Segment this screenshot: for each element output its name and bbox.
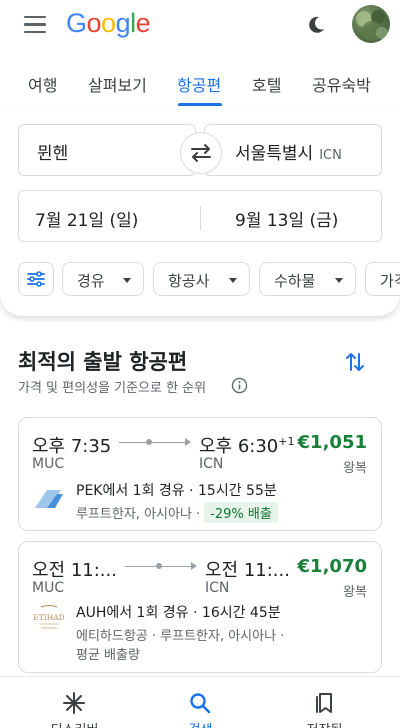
logo-letter: o xyxy=(86,8,102,38)
arrive-time-value: 오후 6:30 xyxy=(199,436,279,457)
nav-discover-label: 디스커버 xyxy=(8,719,141,728)
tab-travel[interactable]: 여행 xyxy=(28,72,57,96)
flight-price: €1,051 xyxy=(297,432,367,453)
flight-price: €1,070 xyxy=(297,556,367,577)
logo-letter: e xyxy=(135,8,151,38)
menu-icon[interactable] xyxy=(24,16,46,34)
destination-code: ICN xyxy=(319,148,342,163)
logo-letter: G xyxy=(66,8,87,38)
stop-dot xyxy=(146,439,152,445)
chevron-down-icon xyxy=(229,278,237,283)
category-tabs: 여행 살펴보기 항공편 호텔 공유숙박 xyxy=(0,60,400,108)
origin-code: MUC xyxy=(32,580,65,596)
origin-value: 뮌헨 xyxy=(37,144,69,164)
trip-type: 왕복 xyxy=(343,585,367,600)
filter-sliders-icon xyxy=(27,271,45,287)
route-arrow xyxy=(191,562,197,570)
chevron-down-icon xyxy=(123,278,131,283)
trip-type: 왕복 xyxy=(343,461,367,476)
depart-time: 오후 7:35 xyxy=(32,436,112,457)
tab-vacation-rentals[interactable]: 공유숙박 xyxy=(312,72,371,96)
avatar[interactable] xyxy=(352,5,390,43)
depart-date[interactable]: 7월 21일 (일) xyxy=(35,206,138,231)
filter-airlines[interactable]: 항공사 xyxy=(153,262,250,296)
airline-names-text: 루프트한자, 아시아나 · xyxy=(76,507,201,522)
nav-discover[interactable]: 디스커버 xyxy=(8,677,141,728)
swap-button[interactable] xyxy=(180,132,222,174)
logo-letter: g xyxy=(115,8,131,38)
nav-saved-label: 저장됨 xyxy=(258,719,391,728)
nav-search-label: 검색 xyxy=(134,719,267,728)
destination-field[interactable]: 서울특별시 ICN xyxy=(204,124,382,176)
tab-flights[interactable]: 항공편 xyxy=(177,72,221,96)
destination-code: ICN xyxy=(199,456,224,472)
all-filters-button[interactable] xyxy=(18,262,54,296)
stop-dot xyxy=(156,563,162,569)
etihad-logo: ETIHAD xyxy=(33,605,65,629)
chevron-down-icon xyxy=(335,278,343,283)
bookmarks-icon xyxy=(316,693,332,713)
filter-stops[interactable]: 경유 xyxy=(62,262,144,296)
emissions-badge: -29% 배출 xyxy=(204,502,278,523)
arrive-time: 오후 6:30+1 xyxy=(199,432,294,458)
svg-text:ETIHAD: ETIHAD xyxy=(33,613,64,622)
flight-card[interactable]: 오후 7:35 오후 6:30+1 €1,051 MUC ICN 왕복 PEK에… xyxy=(18,417,382,531)
info-icon[interactable] xyxy=(231,377,248,394)
airline-names: 루프트한자, 아시아나 · -29% 배출 xyxy=(76,502,278,523)
origin-code: MUC xyxy=(32,456,65,472)
results-subtitle: 가격 및 편의성을 기준으로 한 순위 xyxy=(18,381,207,396)
moon-icon[interactable] xyxy=(306,15,326,35)
filter-price-label: 가격 xyxy=(380,272,400,290)
origin-field[interactable]: 뮌헨 xyxy=(18,124,196,176)
flight-card[interactable]: 오전 11:... 오전 11:... €1,070 MUC ICN 왕복 ET… xyxy=(18,541,382,673)
logo-letter: o xyxy=(101,8,116,38)
destination-code: ICN xyxy=(205,580,230,596)
filter-airlines-label: 항공사 xyxy=(168,272,210,290)
filter-stops-label: 경유 xyxy=(77,272,105,290)
bottom-nav: 디스커버 검색 저장됨 xyxy=(0,676,400,728)
stops-info: AUH에서 1회 경유 · 16시간 45분 xyxy=(76,605,281,621)
filter-bags-label: 수하물 xyxy=(274,272,316,290)
stops-info: PEK에서 1회 경유 · 15시간 55분 xyxy=(76,483,277,499)
destination-value: 서울특별시 ICN xyxy=(235,139,342,164)
day-offset: +1 xyxy=(278,435,295,448)
destination-city: 서울특별시 xyxy=(235,144,314,164)
top-bar: Google xyxy=(0,0,400,52)
tab-hotels[interactable]: 호텔 xyxy=(252,72,281,96)
airline-names: 에티하드항공 · 루프트한자, 아시아나 · xyxy=(76,629,285,644)
airline-logo xyxy=(35,490,63,508)
date-divider xyxy=(200,206,201,230)
search-icon xyxy=(190,693,211,714)
route-line xyxy=(119,442,187,443)
filter-bags[interactable]: 수하물 xyxy=(259,262,356,296)
results-title: 최적의 출발 항공편 xyxy=(18,350,188,374)
active-tab-indicator xyxy=(178,103,222,106)
nav-search[interactable]: 검색 xyxy=(134,677,267,728)
sparkle-icon xyxy=(63,692,85,714)
sort-icon[interactable] xyxy=(344,350,366,374)
swap-arrows-icon xyxy=(191,144,211,162)
return-date[interactable]: 9월 13일 (금) xyxy=(235,206,338,231)
arrive-time: 오전 11:... xyxy=(205,560,290,581)
emissions-info: 평균 배출량 xyxy=(76,648,140,663)
google-logo[interactable]: Google xyxy=(66,8,151,39)
route-arrow xyxy=(185,438,191,446)
nav-saved[interactable]: 저장됨 xyxy=(258,677,391,728)
depart-time: 오전 11:... xyxy=(32,560,117,581)
filter-price[interactable]: 가격 xyxy=(365,262,400,296)
tab-explore[interactable]: 살펴보기 xyxy=(88,72,147,96)
